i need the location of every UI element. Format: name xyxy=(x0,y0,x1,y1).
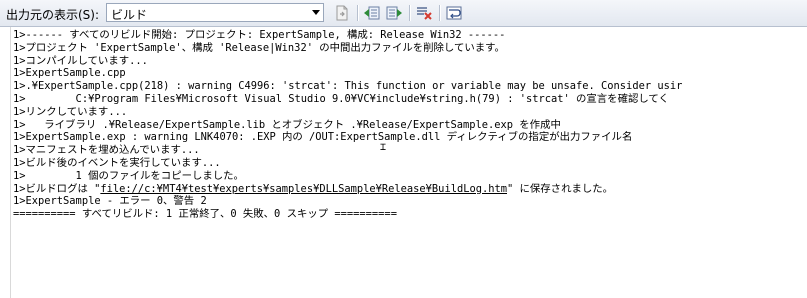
show-output-from-label: 出力元の表示(S): xyxy=(6,8,100,22)
output-source-value: ビルド xyxy=(111,8,148,22)
output-line-suffix: " に保存されました。 xyxy=(507,182,614,195)
ibeam-cursor-icon: ⌶ xyxy=(380,142,387,153)
output-line: ========== すべてリビルド: 1 正常終了、0 失敗、0 スキップ =… xyxy=(13,208,397,221)
output-line: 1> 1 個のファイルをコピーしました。 xyxy=(13,169,244,182)
output-line: 1>------ すべてのリビルド開始: プロジェクト: ExpertSampl… xyxy=(13,29,506,41)
output-line: 1>リンクしています... xyxy=(13,105,128,118)
output-line: 1> C:¥Program Files¥Microsoft Visual Stu… xyxy=(13,92,669,105)
output-line: 1>ExpertSample - エラー 0、警告 2 xyxy=(13,195,207,208)
output-toolbar: 出力元の表示(S): ビルド xyxy=(0,0,807,27)
output-line: 1>ビルドログは "file://c:¥MT4¥test¥experts¥sam… xyxy=(13,183,807,196)
output-line: 1>マニフェストを埋め込んでいます... xyxy=(13,144,200,157)
find-source-icon[interactable] xyxy=(332,4,352,22)
output-gutter xyxy=(4,27,11,298)
output-line: 1>ExpertSample.cpp xyxy=(13,67,126,80)
output-line-prefix: 1>ビルドログは " xyxy=(13,182,101,195)
prev-message-icon[interactable] xyxy=(362,4,382,22)
output-line: 1>ExpertSample.exp : warning LNK4070: .E… xyxy=(13,131,633,144)
output-line: 1>.¥ExpertSample.cpp(218) : warning C499… xyxy=(13,80,683,93)
next-message-icon[interactable] xyxy=(384,4,404,22)
word-wrap-icon[interactable] xyxy=(444,4,464,22)
clear-all-icon[interactable] xyxy=(414,4,434,22)
output-line: 1>ビルド後のイベントを実行しています... xyxy=(13,156,221,169)
output-line: 1>プロジェクト 'ExpertSample'、構成 'Release|Win3… xyxy=(13,41,505,54)
output-line: 1> ライブラリ .¥Release/ExpertSample.lib とオブジ… xyxy=(13,118,561,131)
dropdown-arrow-icon[interactable] xyxy=(308,4,323,21)
output-line: 1>コンパイルしています... xyxy=(13,54,148,67)
build-log-link[interactable]: file://c:¥MT4¥test¥experts¥samples¥DLLSa… xyxy=(100,183,507,195)
output-text[interactable]: 1>------ すべてのリビルド開始: プロジェクト: ExpertSampl… xyxy=(13,29,807,221)
output-source-dropdown[interactable]: ビルド xyxy=(106,3,324,22)
output-pane[interactable]: 1>------ すべてのリビルド開始: プロジェクト: ExpertSampl… xyxy=(0,27,807,298)
